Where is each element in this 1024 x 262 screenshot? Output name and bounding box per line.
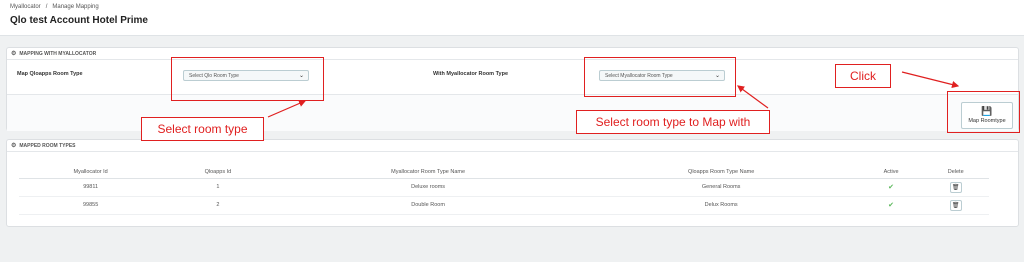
cell-active: ✔ [859,196,923,215]
breadcrumb-separator: / [45,4,48,10]
delete-button[interactable]: 🗑 [949,181,962,193]
breadcrumb-item-manage-mapping[interactable]: Manage Mapping [52,4,98,10]
annotation-click: Click [835,64,891,88]
delete-button[interactable]: 🗑 [949,199,962,211]
column-header-qloapps-name: Qloapps Room Type Name [582,166,860,179]
mapped-panel-title: MAPPED ROOM TYPES [19,142,76,149]
cell-qloapps-id: 1 [162,178,274,197]
cell-myallocator-name: Deluxe rooms [273,178,583,197]
breadcrumb: Myallocator / Manage Mapping [10,4,99,10]
cell-delete: 🗑 [922,178,989,197]
annotation-highlight-qlo-select [171,57,324,101]
annotation-highlight-myallocator-select [584,57,736,97]
mapping-panel-title: MAPPING WITH MYALLOCATOR [19,50,97,57]
cell-myallocator-name: Double Room [273,196,583,215]
mapping-panel-heading: ⚙ MAPPING WITH MYALLOCATOR [7,48,1018,60]
table-row: 99811 1 Deluxe rooms General Rooms ✔ 🗑 [19,178,989,197]
cell-qloapps-name: Delux Rooms [582,196,860,215]
mapped-panel-heading: ⚙ MAPPED ROOM TYPES [7,140,1018,152]
cell-qloapps-id: 2 [162,196,274,215]
myallocator-room-type-label: With Myallocator Room Type [433,71,509,77]
column-header-active: Active [859,166,923,179]
column-header-delete: Delete [922,166,989,179]
cell-active: ✔ [859,178,923,197]
table-header-row: Myallocator Id Qloapps Id Myallocator Ro… [19,166,989,179]
annotation-highlight-map-button [947,91,1020,133]
check-icon: ✔ [888,202,895,209]
column-header-qloapps-id: Qloapps Id [162,166,274,179]
cog-icon: ⚙ [11,143,17,149]
trash-icon: 🗑 [951,202,960,209]
column-header-myallocator-name: Myallocator Room Type Name [273,166,583,179]
breadcrumb-item-myallocator[interactable]: Myallocator [10,4,41,10]
qlo-room-type-label: Map Qloapps Room Type [17,71,83,77]
check-icon: ✔ [888,184,895,191]
page-title: Qlo test Account Hotel Prime [10,15,148,26]
column-header-myallocator-id: Myallocator Id [19,166,163,179]
annotation-select-map-with: Select room type to Map with [576,110,770,134]
trash-icon: 🗑 [951,184,960,191]
mapped-room-types-panel: ⚙ MAPPED ROOM TYPES Myallocator Id Qloap… [6,139,1019,227]
cog-icon: ⚙ [11,51,17,57]
cell-myallocator-id: 99855 [19,196,163,215]
cell-myallocator-id: 99811 [19,178,163,197]
mapped-room-types-table: Myallocator Id Qloapps Id Myallocator Ro… [19,166,989,215]
annotation-select-room-type: Select room type [141,117,264,141]
page-header: Myallocator / Manage Mapping Qlo test Ac… [0,0,1024,36]
cell-qloapps-name: General Rooms [582,178,860,197]
cell-delete: 🗑 [922,196,989,215]
table-row: 99855 2 Double Room Delux Rooms ✔ 🗑 [19,196,989,215]
